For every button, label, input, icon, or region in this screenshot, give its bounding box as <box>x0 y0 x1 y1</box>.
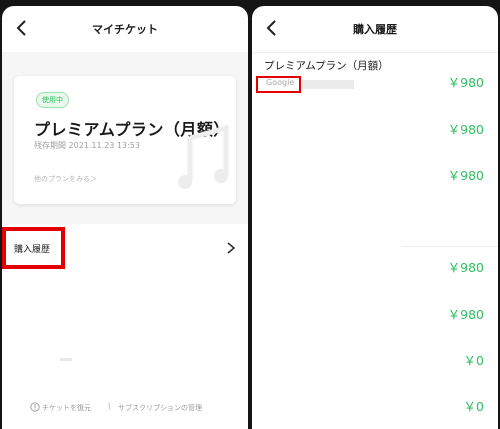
highlight-box <box>2 227 65 269</box>
header: 購入履歴 <box>252 6 498 52</box>
divider-mark <box>60 358 72 361</box>
purchase-price: ￥980 <box>447 307 484 322</box>
restore-ticket-link[interactable]: チケットを復元 <box>42 403 91 413</box>
purchase-price: ￥980 <box>447 260 484 275</box>
footer-separator: | <box>108 402 111 410</box>
music-note-icon <box>178 124 229 189</box>
info-icon <box>30 402 40 412</box>
manage-subscription-link[interactable]: サブスクリプションの管理 <box>118 403 202 413</box>
header-divider <box>252 52 498 53</box>
status-badge: 使用中 <box>36 92 69 108</box>
header: マイチケット <box>2 6 248 52</box>
other-plans-link[interactable]: 他のプランをみる＞ <box>34 174 97 184</box>
my-ticket-screen: マイチケット 使用中 プレミアムプラン（月額） 残存期間 2021.11.23 … <box>2 6 248 429</box>
purchase-price: ￥980 <box>447 75 484 90</box>
purchase-history-screen: 購入履歴 プレミアムプラン（月額） Google ￥980 ￥980 ￥980 … <box>252 6 498 429</box>
page-title: 購入履歴 <box>353 23 397 36</box>
ticket-area: 使用中 プレミアムプラン（月額） 残存期間 2021.11.23 13:53 他… <box>2 52 248 224</box>
footer: チケットを復元 | サブスクリプションの管理 <box>2 401 248 415</box>
redacted-area <box>302 80 354 89</box>
ticket-card: 使用中 プレミアムプラン（月額） 残存期間 2021.11.23 13:53 他… <box>14 76 236 204</box>
purchase-item-title: プレミアムプラン（月額） <box>264 60 389 72</box>
remaining-period: 残存期間 2021.11.23 13:53 <box>34 141 140 150</box>
page-title: マイチケット <box>92 23 158 36</box>
list-divider <box>402 246 498 247</box>
purchase-price: ￥980 <box>447 168 484 183</box>
purchase-price: ￥0 <box>463 399 484 414</box>
highlight-box <box>256 76 301 93</box>
purchase-price: ￥0 <box>463 353 484 368</box>
chevron-right-icon <box>227 242 236 254</box>
purchase-price: ￥980 <box>447 122 484 137</box>
